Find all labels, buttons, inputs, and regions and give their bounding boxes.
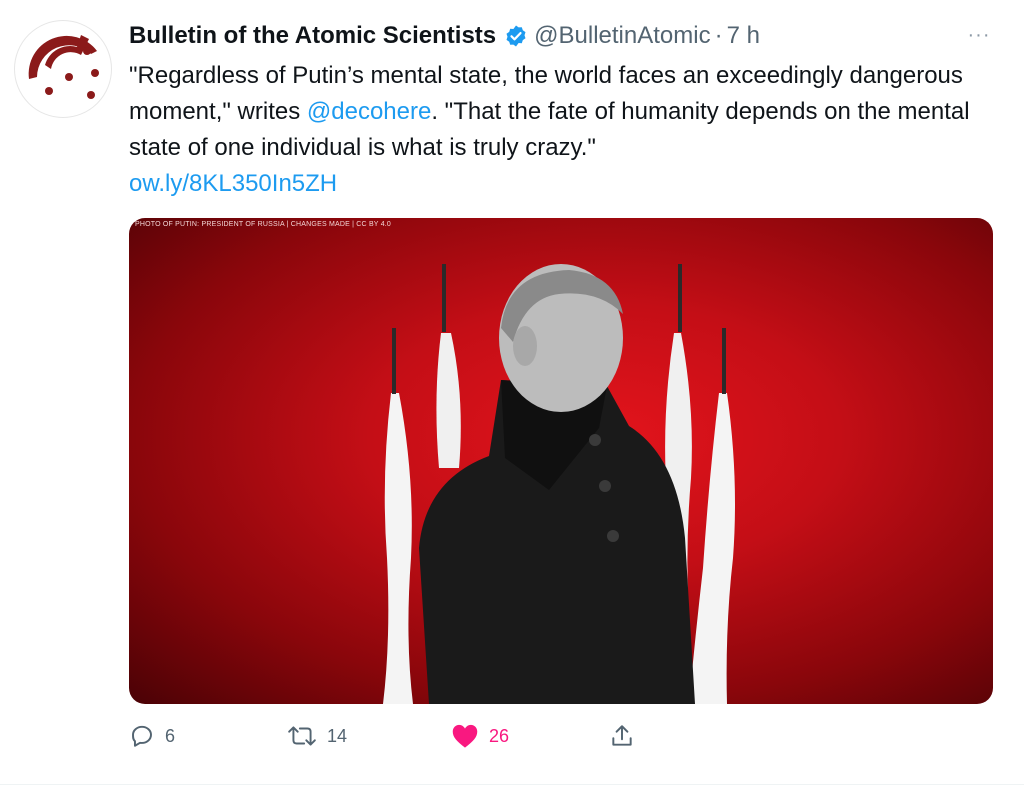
divider bbox=[0, 784, 1024, 785]
verified-badge-icon bbox=[506, 25, 526, 47]
doomsday-clock-logo bbox=[28, 35, 99, 99]
retweet-icon bbox=[288, 726, 316, 746]
more-icon[interactable]: ··· bbox=[964, 24, 994, 48]
tweet-timestamp[interactable]: 7 h bbox=[727, 22, 760, 50]
author-name[interactable]: Bulletin of the Atomic Scientists bbox=[129, 22, 496, 50]
mention-link[interactable]: @decohere bbox=[307, 98, 431, 125]
author-handle[interactable]: @BulletinAtomic bbox=[534, 22, 710, 50]
tweet-header: Bulletin of the Atomic Scientists @Bulle… bbox=[129, 20, 760, 52]
like-count: 26 bbox=[489, 725, 510, 746]
image-credit: PHOTO OF PUTIN: PRESIDENT OF RUSSIA | CH… bbox=[135, 221, 392, 228]
reply-count: 6 bbox=[165, 725, 176, 746]
avatar[interactable] bbox=[14, 20, 112, 118]
reply-icon bbox=[132, 725, 152, 747]
separator-dot: · bbox=[714, 22, 723, 49]
retweet-button[interactable]: 14 bbox=[287, 718, 347, 754]
tweet-text: "Regardless of Putin’s mental state, the… bbox=[129, 58, 989, 202]
share-button[interactable] bbox=[609, 718, 635, 754]
retweet-count: 14 bbox=[327, 725, 348, 746]
url-link[interactable]: ow.ly/8KL350In5ZH bbox=[129, 170, 337, 197]
share-icon bbox=[612, 725, 632, 746]
tweet-image[interactable]: PHOTO OF PUTIN: PRESIDENT OF RUSSIA | CH… bbox=[129, 218, 993, 704]
action-bar: 6 14 26 bbox=[129, 718, 689, 754]
like-button[interactable]: 26 bbox=[451, 718, 509, 754]
reply-button[interactable]: 6 bbox=[129, 718, 175, 754]
tweet[interactable]: Bulletin of the Atomic Scientists @Bulle… bbox=[0, 0, 1024, 787]
heart-icon bbox=[452, 724, 478, 748]
image-illustration bbox=[383, 264, 735, 704]
